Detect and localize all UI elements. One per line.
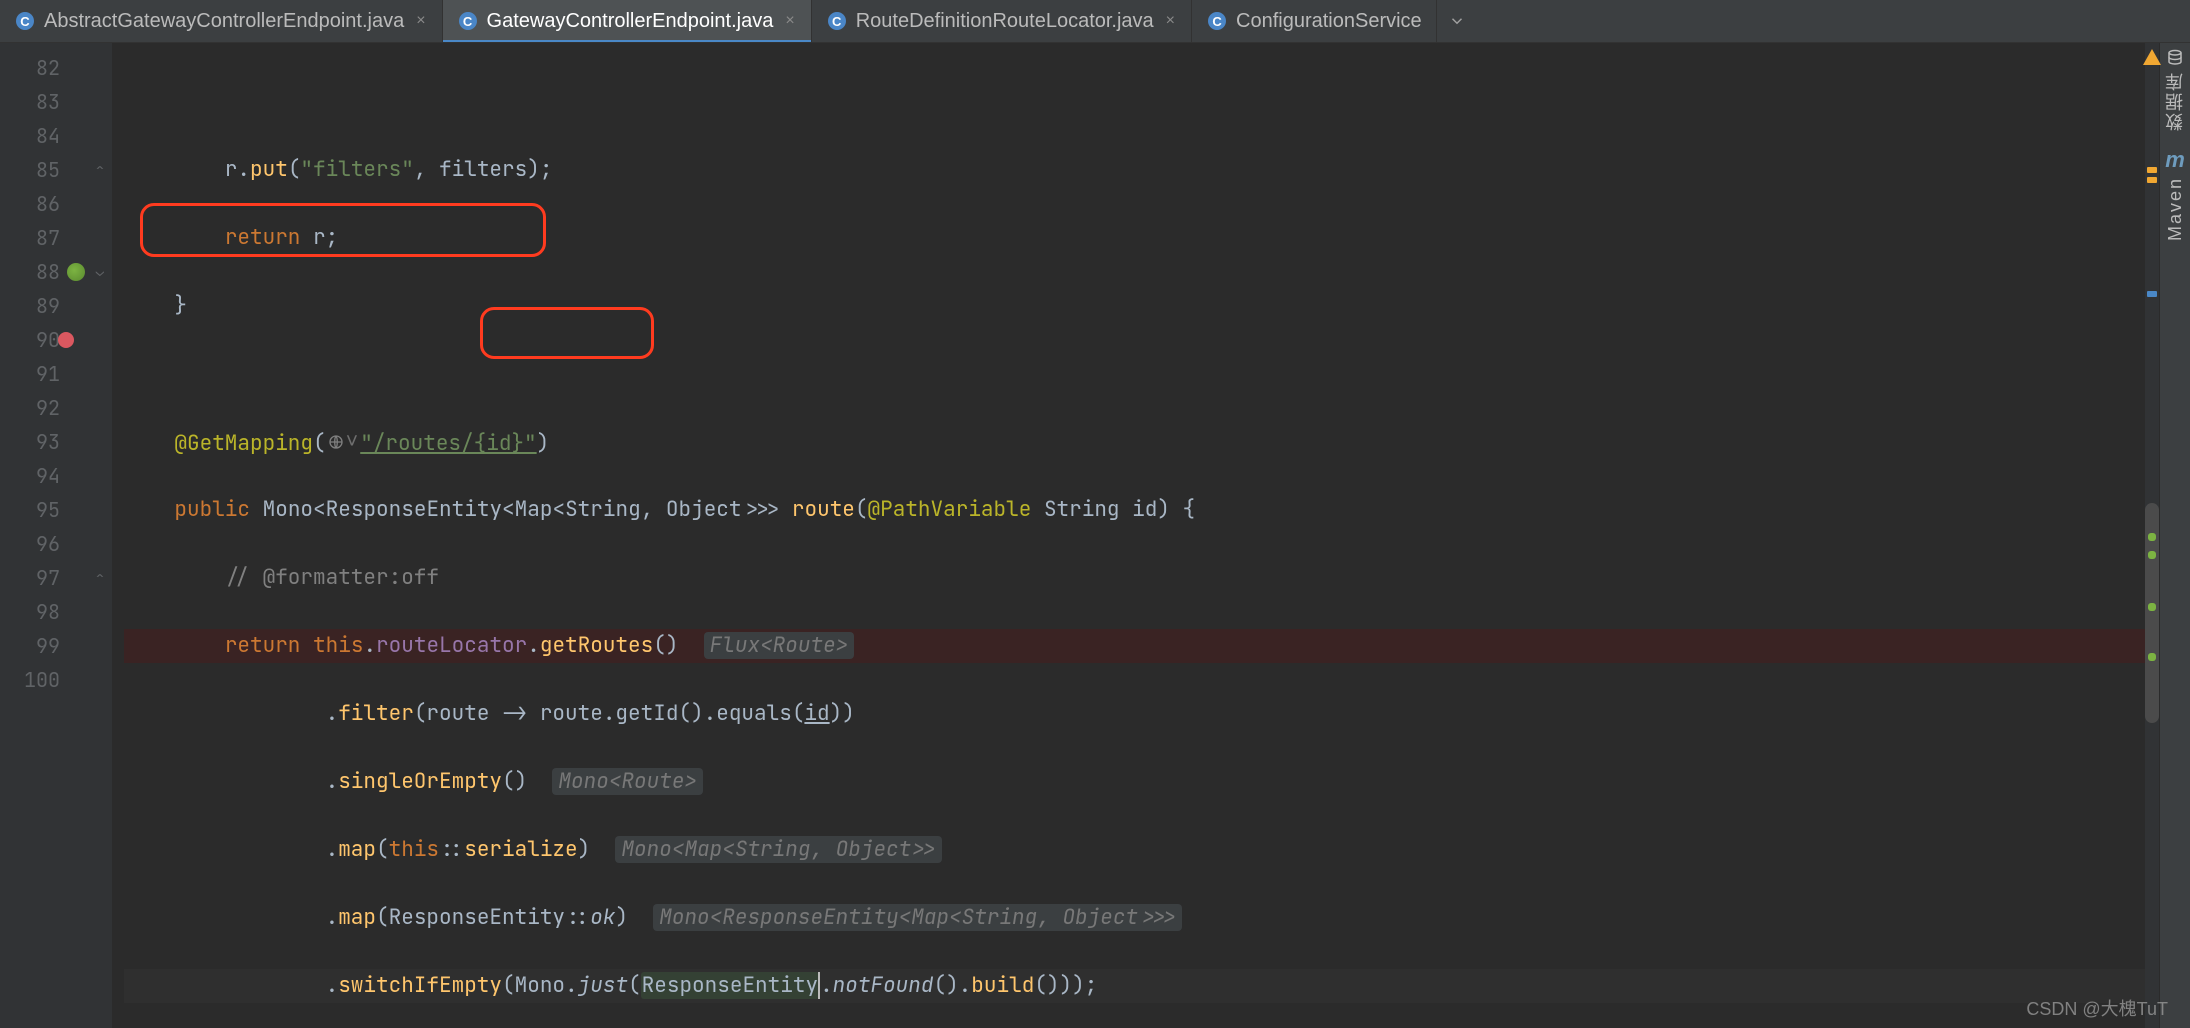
tab-overflow-button[interactable] (1437, 0, 1477, 42)
tab-label: ConfigurationService (1236, 10, 1422, 33)
editor-tab-4[interactable]: C ConfigurationService (1192, 0, 1437, 42)
inlay-type-hint: Flux<Route> (704, 632, 855, 659)
inlay-type-hint: Mono<Map<String, Object>> (615, 836, 942, 863)
editor-tab-3[interactable]: C RouteDefinitionRouteLocator.java × (812, 0, 1192, 42)
gutter-line: 87 (0, 221, 112, 255)
editor-tab-2[interactable]: C GatewayControllerEndpoint.java × (443, 0, 812, 42)
gutter-line: 84 (0, 119, 112, 153)
gutter-line: 92 (0, 391, 112, 425)
gutter-line: 90 (0, 323, 112, 357)
overview-mark[interactable] (2147, 291, 2157, 297)
editor-tab-1[interactable]: C AbstractGatewayControllerEndpoint.java… (0, 0, 443, 42)
gutter-line: 94 (0, 459, 112, 493)
watermark-text: CSDN @大槐TuT (2026, 995, 2168, 1021)
editor-tab-bar: C AbstractGatewayControllerEndpoint.java… (0, 0, 2190, 43)
breakpoint-icon[interactable] (58, 332, 74, 348)
gutter-line: 82 (0, 51, 112, 85)
right-tool-strip: 数据库 m Maven (2159, 43, 2190, 1028)
overview-mark[interactable] (2147, 177, 2157, 183)
web-mapping-icon[interactable]: ˅ (326, 425, 361, 459)
gutter-line: 83 (0, 85, 112, 119)
tool-window-maven[interactable]: m Maven (2165, 147, 2186, 241)
database-icon (2166, 49, 2184, 67)
tab-label: GatewayControllerEndpoint.java (487, 10, 774, 33)
overview-mark[interactable] (2147, 167, 2157, 173)
tab-label: RouteDefinitionRouteLocator.java (856, 10, 1154, 33)
inlay-type-hint: Mono<Route> (552, 768, 703, 795)
gutter-line: 96 (0, 527, 112, 561)
fold-up-icon[interactable]: ⌃ (92, 570, 108, 586)
gutter[interactable]: 82 83 84 85⌃ 86 87 88⌄ 89 90 91 92 93 94… (0, 43, 112, 1028)
gutter-line: 95 (0, 493, 112, 527)
gutter-line: 99 (0, 629, 112, 663)
gutter-line: 97⌃ (0, 561, 112, 595)
maven-icon: m (2165, 147, 2185, 173)
warning-icon[interactable] (2143, 49, 2161, 65)
tab-label: AbstractGatewayControllerEndpoint.java (44, 10, 404, 33)
class-icon: C (1208, 12, 1226, 30)
tool-label: 数据库 (2162, 71, 2188, 131)
gutter-line: 91 (0, 357, 112, 391)
code-editor[interactable]: r.put("filters", filters); return r; } @… (112, 43, 2145, 1028)
tool-window-database[interactable]: 数据库 (2162, 49, 2188, 131)
class-icon: C (459, 12, 477, 30)
tool-label: Maven (2165, 177, 2186, 241)
class-icon: C (16, 12, 34, 30)
gutter-line: 93 (0, 425, 112, 459)
inlay-type-hint: Mono<ResponseEntity<Map<String, Object>>… (653, 904, 1182, 931)
spring-bean-icon[interactable] (66, 262, 86, 282)
fold-up-icon[interactable]: ⌃ (92, 162, 108, 178)
close-icon[interactable]: × (783, 12, 796, 30)
gutter-line: 89 (0, 289, 112, 323)
close-icon[interactable]: × (414, 12, 427, 30)
fold-down-icon[interactable]: ⌄ (92, 264, 108, 280)
gutter-line: 100 (0, 663, 112, 697)
gutter-line: 88⌄ (0, 255, 112, 289)
gutter-line: 86 (0, 187, 112, 221)
gutter-line: 85⌃ (0, 153, 112, 187)
editor-area: 82 83 84 85⌃ 86 87 88⌄ 89 90 91 92 93 94… (0, 43, 2190, 1028)
scrollbar-thumb[interactable] (2145, 503, 2159, 723)
close-icon[interactable]: × (1164, 12, 1177, 30)
gutter-line: 98 (0, 595, 112, 629)
class-icon: C (828, 12, 846, 30)
overview-ruler[interactable] (2145, 43, 2159, 1028)
